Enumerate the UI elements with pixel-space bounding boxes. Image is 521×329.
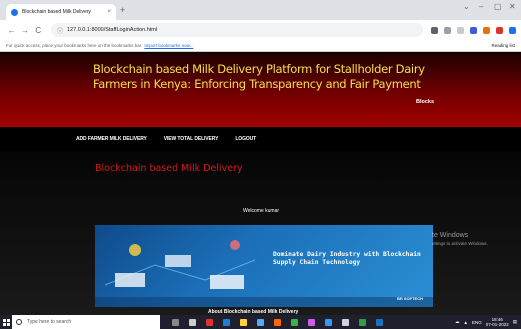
site-title: Blockchain based Milk Delivery Platform …	[93, 62, 425, 91]
browser-chrome: Blockchain based Milk Delivery × + ⌄ – ▢…	[0, 0, 521, 52]
address-bar[interactable]: ⓘ 127.0.0.1:8000/StaffLoginAction.html	[50, 23, 423, 37]
reading-list-button[interactable]: Reading list	[491, 43, 515, 48]
back-button[interactable]: ←	[5, 26, 18, 35]
close-window-button[interactable]: ✕	[509, 2, 516, 11]
app-icon-6[interactable]	[359, 318, 366, 326]
search-placeholder: Type here to search	[27, 319, 72, 325]
close-tab-icon[interactable]: ×	[107, 9, 111, 15]
bookmarks-bar: For quick access, place your bookmarks h…	[0, 40, 521, 52]
section-title: Blockchain based Milk Delivery	[95, 163, 243, 174]
clock-date: 07-01-2022	[485, 322, 509, 327]
browser-toolbar: ← → C ⓘ 127.0.0.1:8000/StaffLoginAction.…	[0, 20, 521, 40]
profile-icon[interactable]	[508, 26, 516, 34]
main-nav: ADD FARMER MILK DELIVERY VIEW TOTAL DELI…	[0, 127, 521, 151]
nav-add-farmer-milk-delivery[interactable]: ADD FARMER MILK DELIVERY	[76, 136, 147, 142]
restore-button[interactable]: ▢	[494, 2, 502, 11]
language-indicator[interactable]: ENG	[472, 320, 482, 325]
welcome-message: Welcome kumar	[243, 208, 280, 214]
windows-taskbar: Type here to search ☁ ▲ ENG 18:46 07-01-…	[0, 315, 521, 329]
watermark-line-1: te Windows	[432, 232, 469, 239]
windows-start-button[interactable]	[0, 315, 12, 329]
tab-strip: Blockchain based Milk Delivery × + ⌄ – ▢…	[0, 0, 521, 20]
microphone-icon[interactable]	[172, 318, 179, 326]
taskbar-clock[interactable]: 18:46 07-01-2022	[486, 317, 509, 327]
nav-logout[interactable]: LOGOUT	[235, 136, 256, 142]
weather-icon[interactable]: ☁	[455, 319, 460, 325]
new-tab-button[interactable]: +	[120, 5, 125, 15]
collapse-tabs-icon[interactable]: ⌄	[463, 2, 470, 11]
bookmarks-prompt: For quick access, place your bookmarks h…	[6, 43, 143, 48]
import-bookmarks-link[interactable]: Import bookmarks now...	[144, 43, 193, 48]
banner-logo: BR SOFTECH	[397, 296, 423, 301]
tab-title: Blockchain based Milk Delivery	[22, 9, 91, 15]
system-tray: ☁ ▲ ENG 18:46 07-01-2022 ▤	[455, 317, 521, 327]
task-view-icon[interactable]	[189, 318, 196, 326]
edge-icon[interactable]	[223, 318, 230, 326]
star-icon[interactable]	[456, 26, 464, 34]
search-icon	[16, 319, 22, 325]
app-icon-4[interactable]	[325, 318, 332, 326]
shield-extension-icon[interactable]	[469, 26, 477, 34]
info-icon: ⓘ	[56, 28, 63, 35]
banner-text: Dominate Dairy Industry with Blockchain …	[273, 251, 421, 266]
extensions-area	[430, 26, 516, 34]
activate-windows-watermark: te Windows ettings to activate Windows.	[432, 232, 488, 246]
taskbar-apps	[172, 318, 383, 326]
app-icon-7[interactable]	[376, 318, 383, 326]
url-text: 127.0.0.1:8000/StaffLoginAction.html	[67, 27, 158, 33]
app-icon-5[interactable]	[342, 318, 349, 326]
network-icon[interactable]: ▲	[463, 320, 467, 325]
notification-icon[interactable]: ▤	[513, 319, 517, 325]
reload-button[interactable]: C	[32, 26, 45, 35]
minimize-button[interactable]: –	[479, 2, 483, 11]
globe-icon	[11, 8, 18, 16]
file-explorer-icon[interactable]	[240, 318, 247, 326]
browser-tab[interactable]: Blockchain based Milk Delivery ×	[6, 4, 116, 20]
hero-banner-image: Dominate Dairy Industry with Blockchain …	[95, 225, 433, 307]
blocks-link[interactable]: Blocks	[416, 99, 434, 105]
store-icon[interactable]	[257, 318, 264, 326]
taskbar-search-input[interactable]: Type here to search	[12, 315, 160, 329]
forward-button[interactable]: →	[18, 26, 31, 35]
app-icon-2[interactable]	[274, 318, 281, 326]
app-icon-3[interactable]	[308, 318, 315, 326]
site-header: Blockchain based Milk Delivery Platform …	[0, 52, 521, 127]
windows-logo-icon	[2, 318, 10, 326]
key-icon[interactable]	[430, 26, 438, 34]
app-icon-1[interactable]	[206, 318, 213, 326]
watermark-line-2: ettings to activate Windows.	[432, 241, 488, 246]
nav-view-total-delivery[interactable]: VIEW TOTAL DELIVERY	[164, 136, 219, 142]
web-page: Blockchain based Milk Delivery Platform …	[0, 52, 521, 315]
supply-chain-illustration	[95, 240, 433, 307]
extension-icon[interactable]	[482, 26, 490, 34]
puzzle-icon[interactable]	[495, 26, 503, 34]
chrome-icon[interactable]	[291, 318, 298, 326]
share-icon[interactable]	[443, 26, 451, 34]
